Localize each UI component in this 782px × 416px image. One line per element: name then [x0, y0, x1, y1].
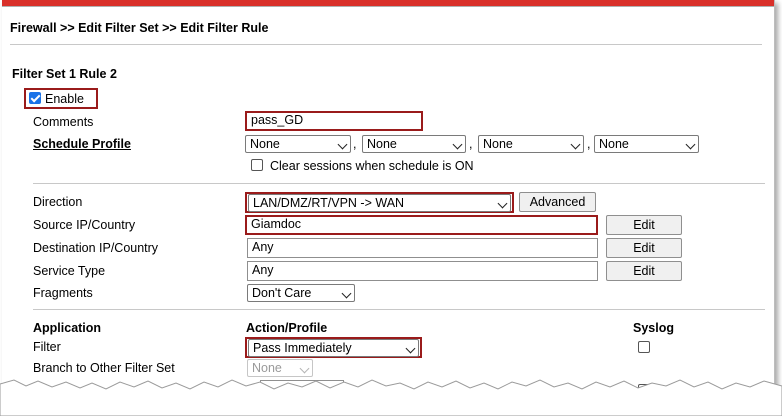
comments-input[interactable]: pass_GD [245, 111, 423, 131]
service-type-label: Service Type [33, 264, 106, 278]
application-header: Application [33, 321, 102, 335]
chevron-down-icon [685, 139, 696, 150]
torn-edge [0, 379, 782, 416]
chevron-down-icon [337, 139, 348, 150]
chevron-down-icon [452, 139, 463, 150]
branch-label: Branch to Other Filter Set [33, 361, 175, 375]
section-title: Filter Set 1 Rule 2 [12, 67, 117, 81]
source-edit-button[interactable]: Edit [606, 215, 682, 235]
chevron-down-icon [570, 139, 581, 150]
source-label: Source IP/Country [33, 218, 136, 232]
clear-sessions-label: Clear sessions when schedule is ON [270, 159, 474, 173]
filter-rule-panel: Firewall >> Edit Filter Set >> Edit Filt… [2, 0, 775, 390]
schedule-profile-link[interactable]: Schedule Profile [33, 137, 131, 151]
filter-syslog-checkbox[interactable] [638, 341, 650, 353]
schedule-select-2[interactable]: None [362, 135, 466, 153]
divider [33, 183, 765, 184]
schedule-select-1[interactable]: None [245, 135, 351, 153]
enable-checkbox[interactable] [29, 92, 41, 104]
direction-label: Direction [33, 195, 83, 209]
breadcrumb: Firewall >> Edit Filter Set >> Edit Filt… [10, 21, 269, 35]
chevron-down-icon [497, 198, 508, 209]
clear-sessions-checkbox[interactable] [251, 159, 263, 171]
direction-select[interactable]: LAN/DMZ/RT/VPN -> WAN [248, 194, 511, 212]
divider [10, 44, 762, 45]
filter-select[interactable]: Pass Immediately [248, 339, 419, 357]
schedule-select-3[interactable]: None [478, 135, 584, 153]
fragments-select[interactable]: Don't Care [247, 284, 355, 302]
enable-label: Enable [45, 92, 84, 106]
filter-label: Filter [33, 340, 61, 354]
service-edit-button[interactable]: Edit [606, 261, 682, 281]
advanced-button[interactable]: Advanced [519, 192, 596, 212]
action-profile-header: Action/Profile [246, 321, 328, 335]
service-type-input[interactable]: Any [247, 261, 598, 281]
chevron-down-icon [341, 288, 352, 299]
source-input[interactable]: Giamdoc [245, 215, 598, 235]
destination-input[interactable]: Any [247, 238, 598, 258]
divider [33, 309, 765, 310]
comments-label: Comments [33, 115, 94, 129]
chevron-down-icon [405, 343, 416, 354]
destination-edit-button[interactable]: Edit [606, 238, 682, 258]
syslog-header: Syslog [633, 321, 674, 335]
destination-label: Destination IP/Country [33, 241, 159, 255]
chevron-down-icon [299, 363, 310, 374]
schedule-select-4[interactable]: None [594, 135, 699, 153]
fragments-label: Fragments [33, 286, 93, 300]
